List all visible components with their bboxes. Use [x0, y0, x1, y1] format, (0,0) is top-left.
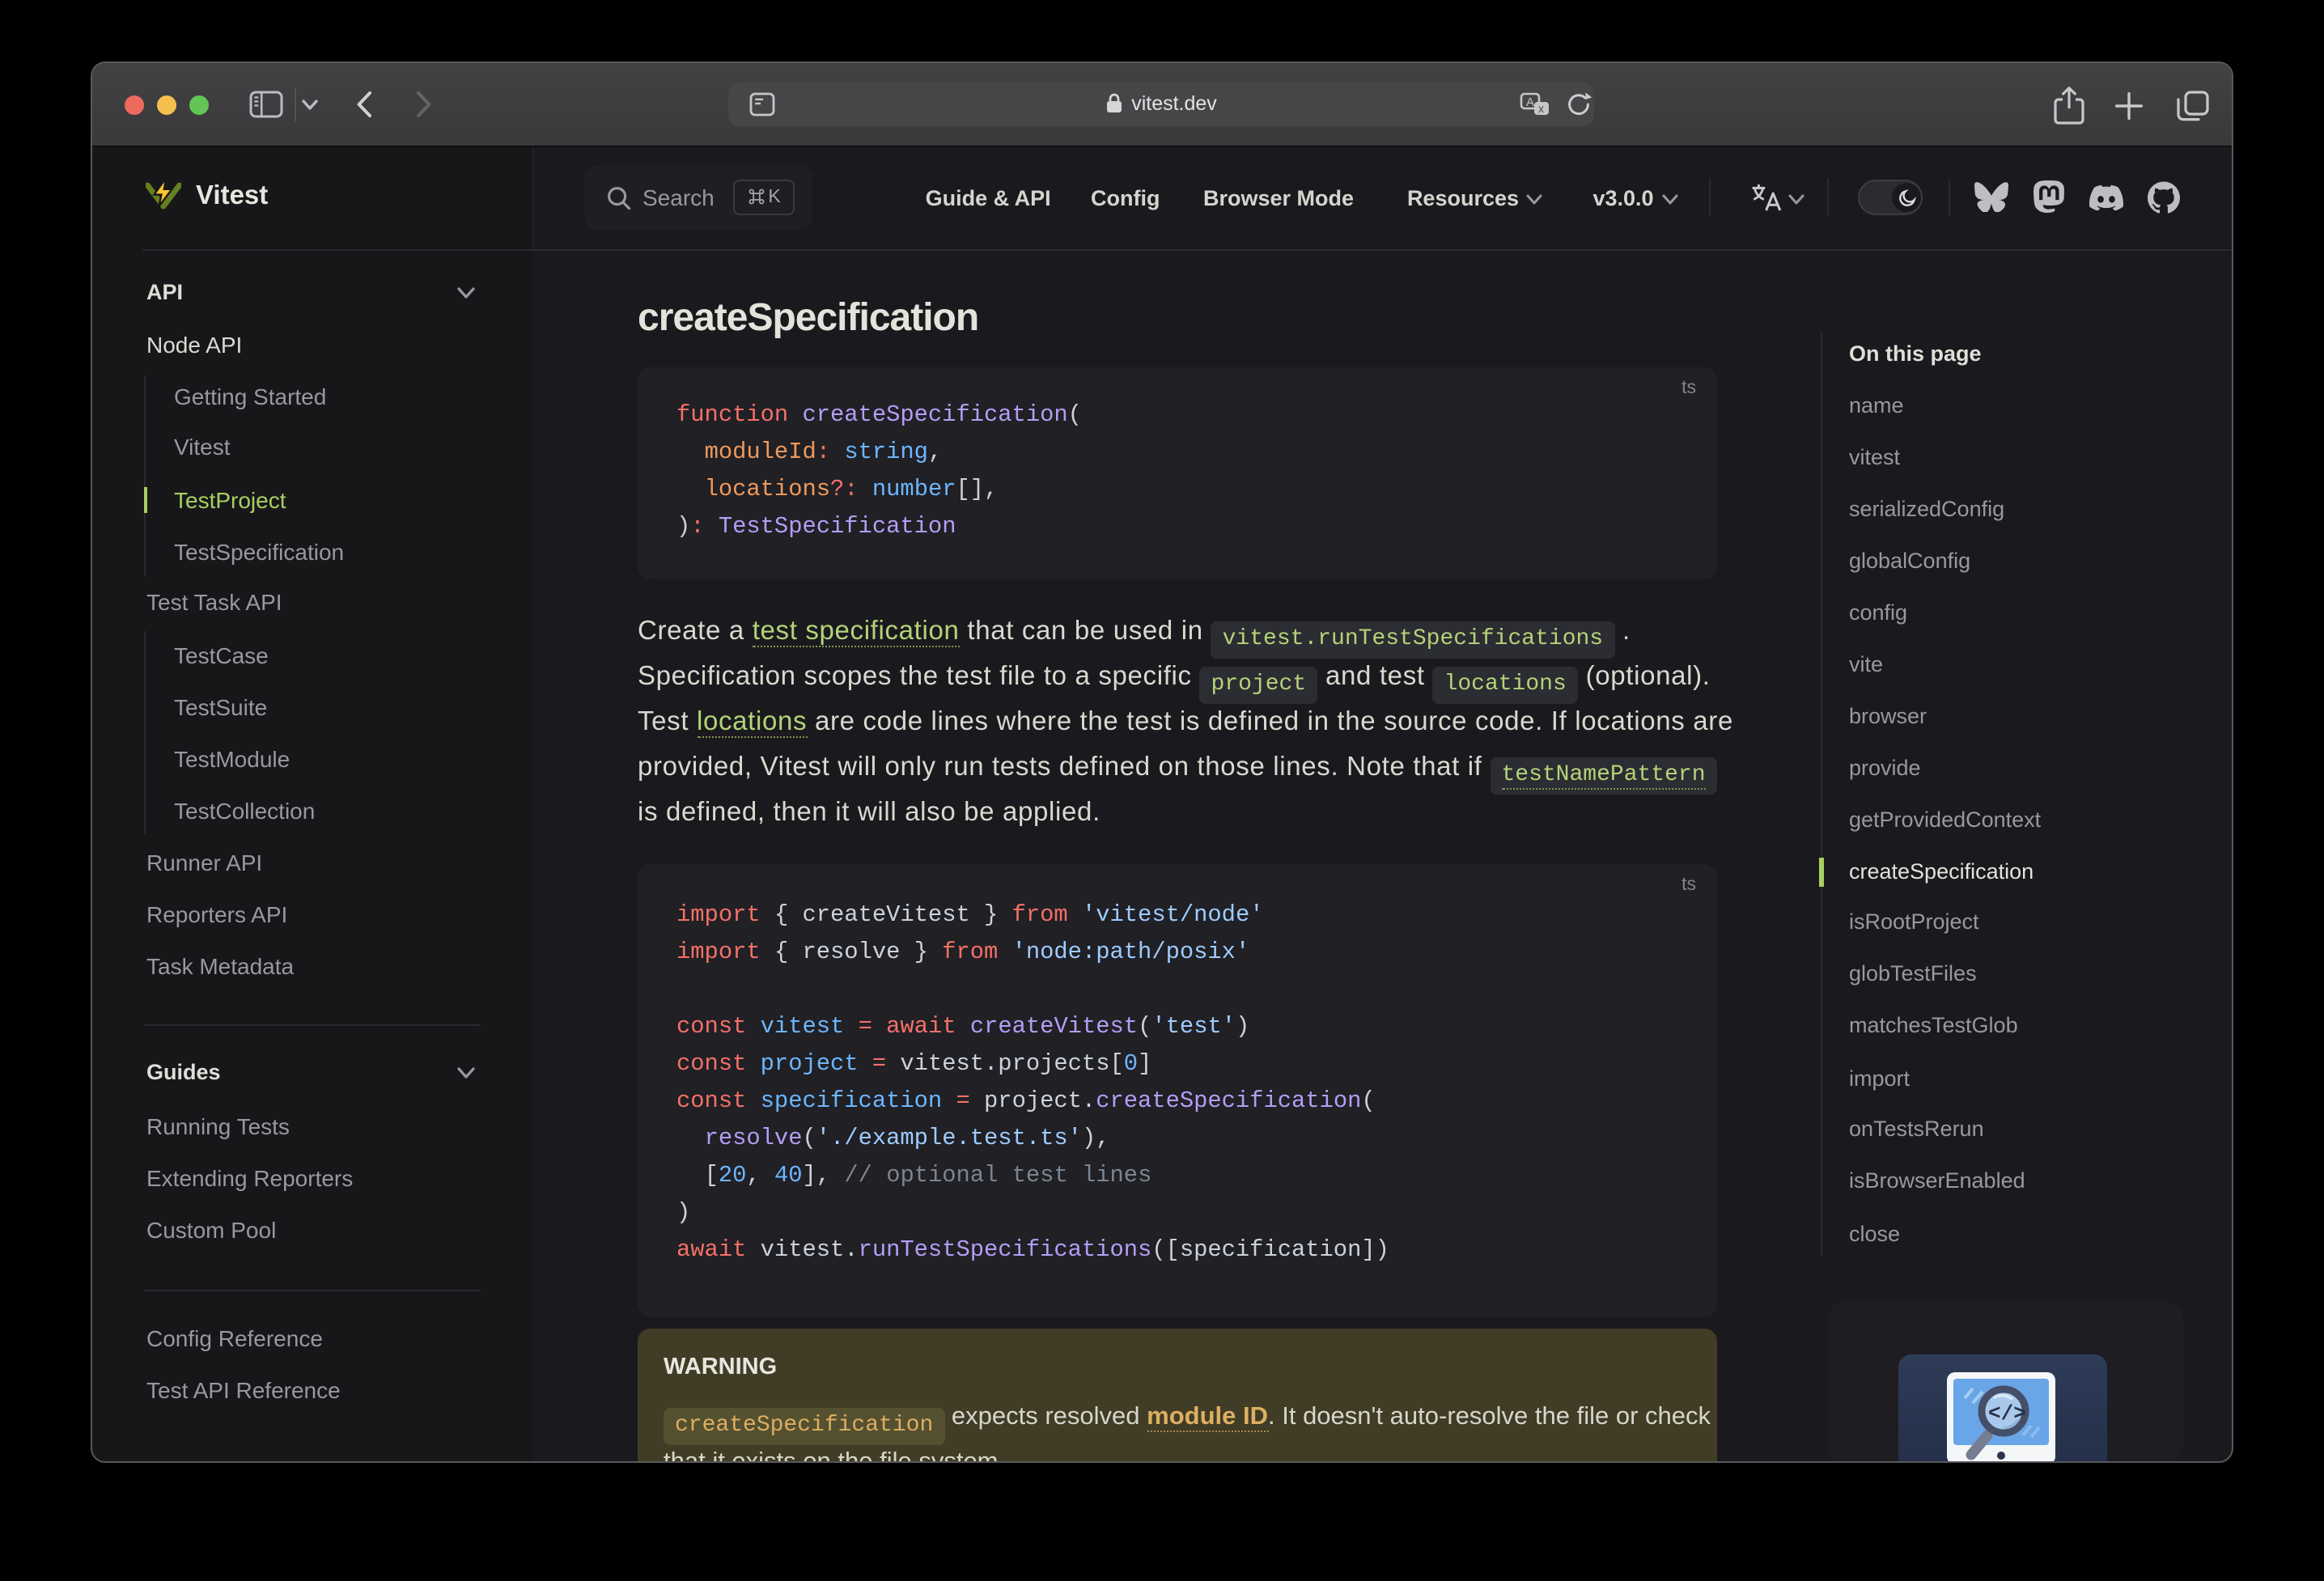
svg-text:</>: </> — [1987, 1401, 2025, 1425]
svg-text:x: x — [1538, 101, 1544, 114]
svg-text:A: A — [1526, 95, 1534, 108]
